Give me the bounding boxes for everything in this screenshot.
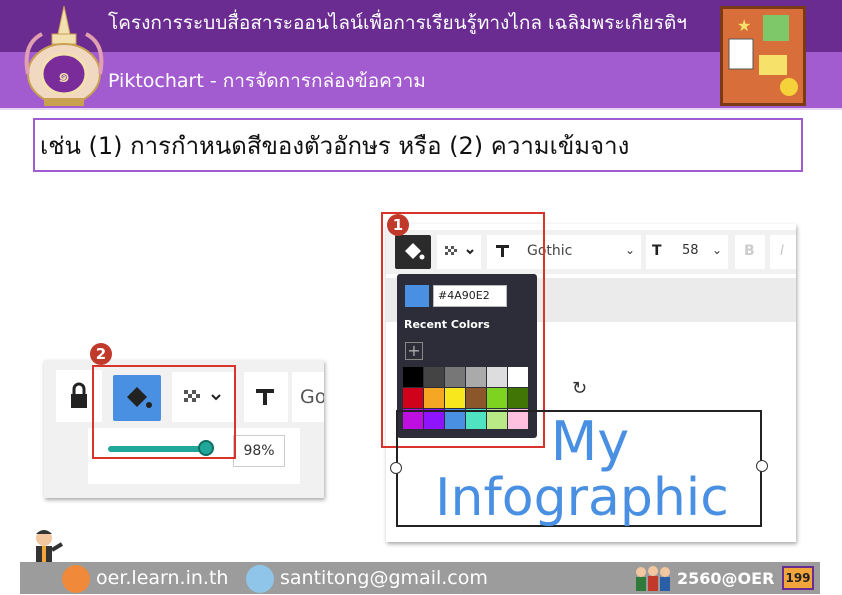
italic-button[interactable]: I bbox=[770, 235, 796, 269]
royal-seal-logo: ๑ bbox=[24, 5, 104, 106]
page-number: 199 bbox=[782, 566, 814, 590]
footer-email: santitong@gmail.com bbox=[280, 567, 488, 589]
bulletin-board-icon: ★ bbox=[720, 6, 806, 106]
text-t-icon bbox=[256, 389, 274, 405]
opacity-value-input[interactable]: 98% bbox=[233, 435, 285, 467]
svg-text:★: ★ bbox=[737, 16, 751, 35]
project-title: โครงการระบบสื่อสาระออนไลน์เพื่อการเรียนร… bbox=[108, 12, 687, 34]
italic-label: I bbox=[780, 243, 785, 259]
header-divider bbox=[0, 108, 842, 110]
rotate-icon[interactable]: ↻ bbox=[572, 378, 587, 399]
text-tool-button[interactable] bbox=[244, 372, 288, 422]
font-size-icon: T bbox=[652, 243, 662, 259]
bold-label: B bbox=[744, 243, 755, 259]
resize-handle-right[interactable] bbox=[756, 460, 768, 472]
heading-text: เช่น (1) การกำหนดสีของตัวอักษร หรือ (2) … bbox=[40, 132, 630, 160]
font-size-select[interactable]: T 58 ⌄ bbox=[646, 235, 728, 269]
slide-subtitle: Piktochart - การจัดการกล่องข้อความ bbox=[108, 70, 426, 92]
canvas-text-line2: Infographic bbox=[435, 468, 729, 528]
step-badge-1: 1 bbox=[387, 214, 409, 236]
highlight-box-2 bbox=[92, 365, 236, 459]
chevron-down-icon: ⌄ bbox=[711, 243, 722, 257]
resize-handle-left[interactable] bbox=[390, 462, 402, 474]
font-size-value: 58 bbox=[682, 243, 699, 258]
footer-website: oer.learn.in.th bbox=[96, 567, 229, 589]
people-group-icon bbox=[636, 566, 670, 591]
font-partial-label: Go bbox=[300, 386, 324, 408]
bold-button[interactable]: B bbox=[735, 235, 765, 269]
chevron-down-icon: ⌄ bbox=[624, 243, 635, 257]
canvas-text-line1: My bbox=[550, 410, 630, 473]
svg-text:๑: ๑ bbox=[58, 63, 71, 87]
step-badge-2: 2 bbox=[90, 343, 112, 365]
footer-code: 2560@OER bbox=[677, 569, 775, 588]
website-icon bbox=[62, 565, 90, 593]
font-select-partial[interactable]: Go bbox=[292, 372, 324, 422]
email-icon bbox=[246, 565, 274, 593]
